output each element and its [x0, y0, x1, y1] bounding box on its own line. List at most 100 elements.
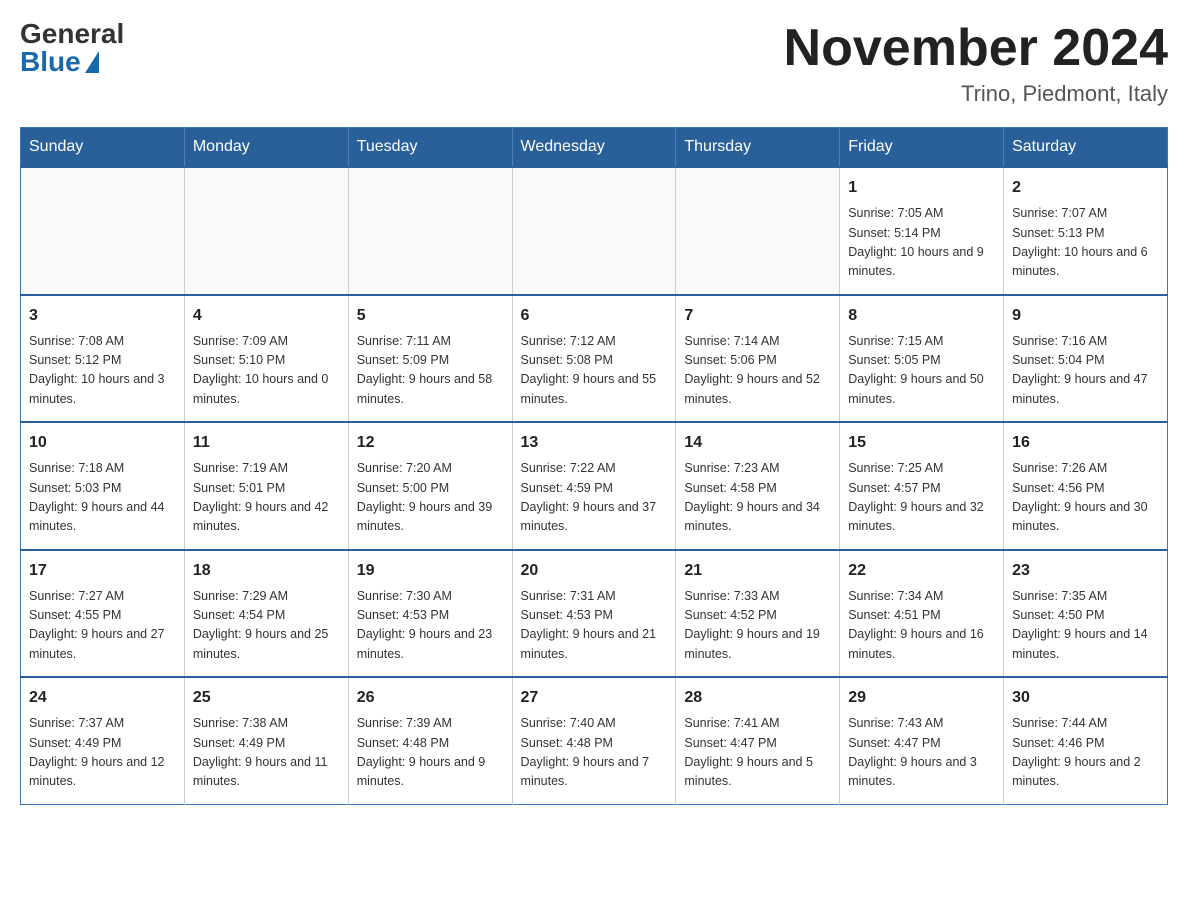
calendar-cell: 21 Sunrise: 7:33 AMSunset: 4:52 PMDayligh…: [676, 550, 840, 678]
day-number: 3: [29, 304, 176, 328]
day-info: Sunrise: 7:44 AMSunset: 4:46 PMDaylight:…: [1012, 714, 1159, 792]
day-number: 26: [357, 686, 504, 710]
calendar-cell: 25 Sunrise: 7:38 AMSunset: 4:49 PMDayligh…: [184, 677, 348, 804]
day-number: 6: [521, 304, 668, 328]
day-info: Sunrise: 7:25 AMSunset: 4:57 PMDaylight:…: [848, 459, 995, 537]
calendar-cell: 19 Sunrise: 7:30 AMSunset: 4:53 PMDayligh…: [348, 550, 512, 678]
location-text: Trino, Piedmont, Italy: [784, 81, 1168, 107]
calendar-week-row: 24 Sunrise: 7:37 AMSunset: 4:49 PMDayligh…: [21, 677, 1168, 804]
day-info: Sunrise: 7:16 AMSunset: 5:04 PMDaylight:…: [1012, 332, 1159, 410]
logo-blue-text: Blue: [20, 48, 81, 76]
day-info: Sunrise: 7:23 AMSunset: 4:58 PMDaylight:…: [684, 459, 831, 537]
day-number: 2: [1012, 176, 1159, 200]
calendar-header-wednesday: Wednesday: [512, 128, 676, 168]
calendar-cell: 24 Sunrise: 7:37 AMSunset: 4:49 PMDayligh…: [21, 677, 185, 804]
month-title: November 2024: [784, 20, 1168, 77]
day-info: Sunrise: 7:39 AMSunset: 4:48 PMDaylight:…: [357, 714, 504, 792]
day-info: Sunrise: 7:33 AMSunset: 4:52 PMDaylight:…: [684, 587, 831, 665]
calendar-cell: 3 Sunrise: 7:08 AMSunset: 5:12 PMDaylight…: [21, 295, 185, 423]
calendar-header-friday: Friday: [840, 128, 1004, 168]
day-number: 13: [521, 431, 668, 455]
day-number: 18: [193, 559, 340, 583]
day-info: Sunrise: 7:22 AMSunset: 4:59 PMDaylight:…: [521, 459, 668, 537]
day-info: Sunrise: 7:26 AMSunset: 4:56 PMDaylight:…: [1012, 459, 1159, 537]
day-info: Sunrise: 7:27 AMSunset: 4:55 PMDaylight:…: [29, 587, 176, 665]
calendar-cell: 16 Sunrise: 7:26 AMSunset: 4:56 PMDayligh…: [1004, 422, 1168, 550]
day-number: 12: [357, 431, 504, 455]
calendar-week-row: 10 Sunrise: 7:18 AMSunset: 5:03 PMDayligh…: [21, 422, 1168, 550]
day-info: Sunrise: 7:37 AMSunset: 4:49 PMDaylight:…: [29, 714, 176, 792]
day-number: 8: [848, 304, 995, 328]
day-number: 22: [848, 559, 995, 583]
calendar-header-thursday: Thursday: [676, 128, 840, 168]
calendar-cell: 29Sunrise: 7:43 AMSunset: 4:47 PMDayligh…: [840, 677, 1004, 804]
calendar-cell: [512, 167, 676, 295]
calendar-cell: 13 Sunrise: 7:22 AMSunset: 4:59 PMDayligh…: [512, 422, 676, 550]
day-info: Sunrise: 7:30 AMSunset: 4:53 PMDaylight:…: [357, 587, 504, 665]
day-info: Sunrise: 7:19 AMSunset: 5:01 PMDaylight:…: [193, 459, 340, 537]
day-info: Sunrise: 7:38 AMSunset: 4:49 PMDaylight:…: [193, 714, 340, 792]
day-info: Sunrise: 7:20 AMSunset: 5:00 PMDaylight:…: [357, 459, 504, 537]
calendar-cell: 14Sunrise: 7:23 AMSunset: 4:58 PMDayligh…: [676, 422, 840, 550]
calendar-cell: 12 Sunrise: 7:20 AMSunset: 5:00 PMDayligh…: [348, 422, 512, 550]
calendar-cell: 6 Sunrise: 7:12 AMSunset: 5:08 PMDaylight…: [512, 295, 676, 423]
day-number: 7: [684, 304, 831, 328]
calendar-week-row: 3 Sunrise: 7:08 AMSunset: 5:12 PMDaylight…: [21, 295, 1168, 423]
calendar-cell: 2 Sunrise: 7:07 AMSunset: 5:13 PMDaylight…: [1004, 167, 1168, 295]
calendar-cell: [348, 167, 512, 295]
day-number: 19: [357, 559, 504, 583]
calendar-cell: 15 Sunrise: 7:25 AMSunset: 4:57 PMDayligh…: [840, 422, 1004, 550]
title-section: November 2024 Trino, Piedmont, Italy: [784, 20, 1168, 107]
day-info: Sunrise: 7:35 AMSunset: 4:50 PMDaylight:…: [1012, 587, 1159, 665]
calendar-cell: [21, 167, 185, 295]
logo-triangle-icon: [85, 51, 99, 73]
day-number: 4: [193, 304, 340, 328]
day-info: Sunrise: 7:29 AMSunset: 4:54 PMDaylight:…: [193, 587, 340, 665]
calendar-cell: [676, 167, 840, 295]
day-number: 28: [684, 686, 831, 710]
calendar-cell: 26 Sunrise: 7:39 AMSunset: 4:48 PMDayligh…: [348, 677, 512, 804]
calendar-cell: [184, 167, 348, 295]
day-number: 10: [29, 431, 176, 455]
day-number: 17: [29, 559, 176, 583]
logo-general-text: General: [20, 20, 124, 48]
calendar-cell: 11Sunrise: 7:19 AMSunset: 5:01 PMDayligh…: [184, 422, 348, 550]
day-number: 21: [684, 559, 831, 583]
day-info: Sunrise: 7:43 AMSunset: 4:47 PMDaylight:…: [848, 714, 995, 792]
day-info: Sunrise: 7:12 AMSunset: 5:08 PMDaylight:…: [521, 332, 668, 410]
day-info: Sunrise: 7:31 AMSunset: 4:53 PMDaylight:…: [521, 587, 668, 665]
calendar-cell: 22 Sunrise: 7:34 AMSunset: 4:51 PMDayligh…: [840, 550, 1004, 678]
calendar-cell: 9Sunrise: 7:16 AMSunset: 5:04 PMDaylight…: [1004, 295, 1168, 423]
day-info: Sunrise: 7:07 AMSunset: 5:13 PMDaylight:…: [1012, 204, 1159, 282]
calendar-week-row: 1Sunrise: 7:05 AMSunset: 5:14 PMDaylight…: [21, 167, 1168, 295]
day-number: 1: [848, 176, 995, 200]
day-number: 25: [193, 686, 340, 710]
calendar-cell: 20Sunrise: 7:31 AMSunset: 4:53 PMDayligh…: [512, 550, 676, 678]
calendar-cell: 28Sunrise: 7:41 AMSunset: 4:47 PMDayligh…: [676, 677, 840, 804]
calendar-cell: 23Sunrise: 7:35 AMSunset: 4:50 PMDayligh…: [1004, 550, 1168, 678]
day-number: 24: [29, 686, 176, 710]
calendar-cell: 5 Sunrise: 7:11 AMSunset: 5:09 PMDaylight…: [348, 295, 512, 423]
day-info: Sunrise: 7:40 AMSunset: 4:48 PMDaylight:…: [521, 714, 668, 792]
calendar-cell: 27 Sunrise: 7:40 AMSunset: 4:48 PMDayligh…: [512, 677, 676, 804]
calendar-cell: 8Sunrise: 7:15 AMSunset: 5:05 PMDaylight…: [840, 295, 1004, 423]
day-number: 30: [1012, 686, 1159, 710]
day-info: Sunrise: 7:09 AMSunset: 5:10 PMDaylight:…: [193, 332, 340, 410]
calendar-week-row: 17 Sunrise: 7:27 AMSunset: 4:55 PMDayligh…: [21, 550, 1168, 678]
day-info: Sunrise: 7:34 AMSunset: 4:51 PMDaylight:…: [848, 587, 995, 665]
calendar-cell: 1Sunrise: 7:05 AMSunset: 5:14 PMDaylight…: [840, 167, 1004, 295]
calendar-header-saturday: Saturday: [1004, 128, 1168, 168]
day-info: Sunrise: 7:18 AMSunset: 5:03 PMDaylight:…: [29, 459, 176, 537]
calendar-cell: 18 Sunrise: 7:29 AMSunset: 4:54 PMDayligh…: [184, 550, 348, 678]
calendar-header-monday: Monday: [184, 128, 348, 168]
page-header: General Blue November 2024 Trino, Piedmo…: [20, 20, 1168, 107]
day-info: Sunrise: 7:08 AMSunset: 5:12 PMDaylight:…: [29, 332, 176, 410]
day-number: 5: [357, 304, 504, 328]
calendar-cell: 17 Sunrise: 7:27 AMSunset: 4:55 PMDayligh…: [21, 550, 185, 678]
calendar-table: SundayMondayTuesdayWednesdayThursdayFrid…: [20, 127, 1168, 805]
day-number: 16: [1012, 431, 1159, 455]
day-number: 27: [521, 686, 668, 710]
day-number: 15: [848, 431, 995, 455]
day-info: Sunrise: 7:11 AMSunset: 5:09 PMDaylight:…: [357, 332, 504, 410]
logo: General Blue: [20, 20, 124, 76]
